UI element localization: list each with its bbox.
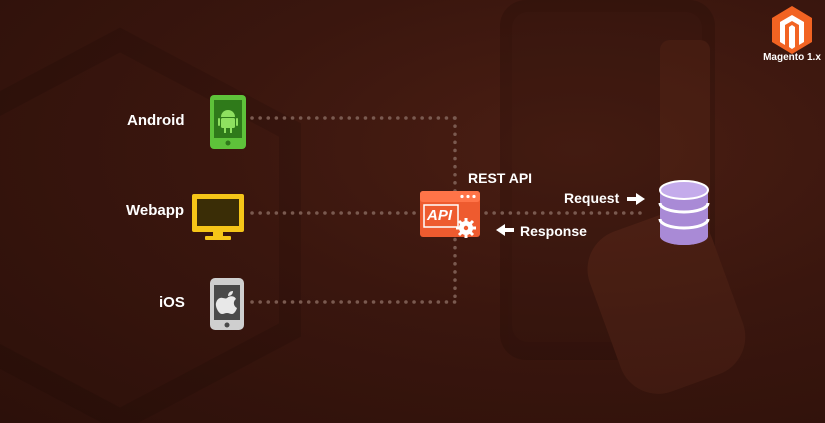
android-phone-icon [210, 95, 246, 149]
database-icon [658, 180, 710, 245]
response-arrow-icon [496, 224, 514, 236]
diagram-canvas: Android Webapp iOS REST API API Request … [0, 0, 825, 423]
monitor-icon [192, 194, 244, 240]
brand-logo: Magento 1.x [762, 2, 822, 64]
client-label-android: Android [127, 112, 185, 129]
response-label: Response [520, 223, 587, 239]
iphone-icon [210, 278, 244, 330]
api-badge-text: API [427, 207, 453, 224]
rest-api-label: REST API [468, 170, 533, 186]
client-label-ios: iOS [159, 294, 185, 311]
client-label-webapp: Webapp [126, 202, 185, 219]
brand-logo-text: Magento 1.x [763, 52, 821, 63]
diagram-graphics [192, 6, 812, 330]
request-arrow-icon [627, 193, 645, 205]
request-label: Request [564, 190, 620, 206]
